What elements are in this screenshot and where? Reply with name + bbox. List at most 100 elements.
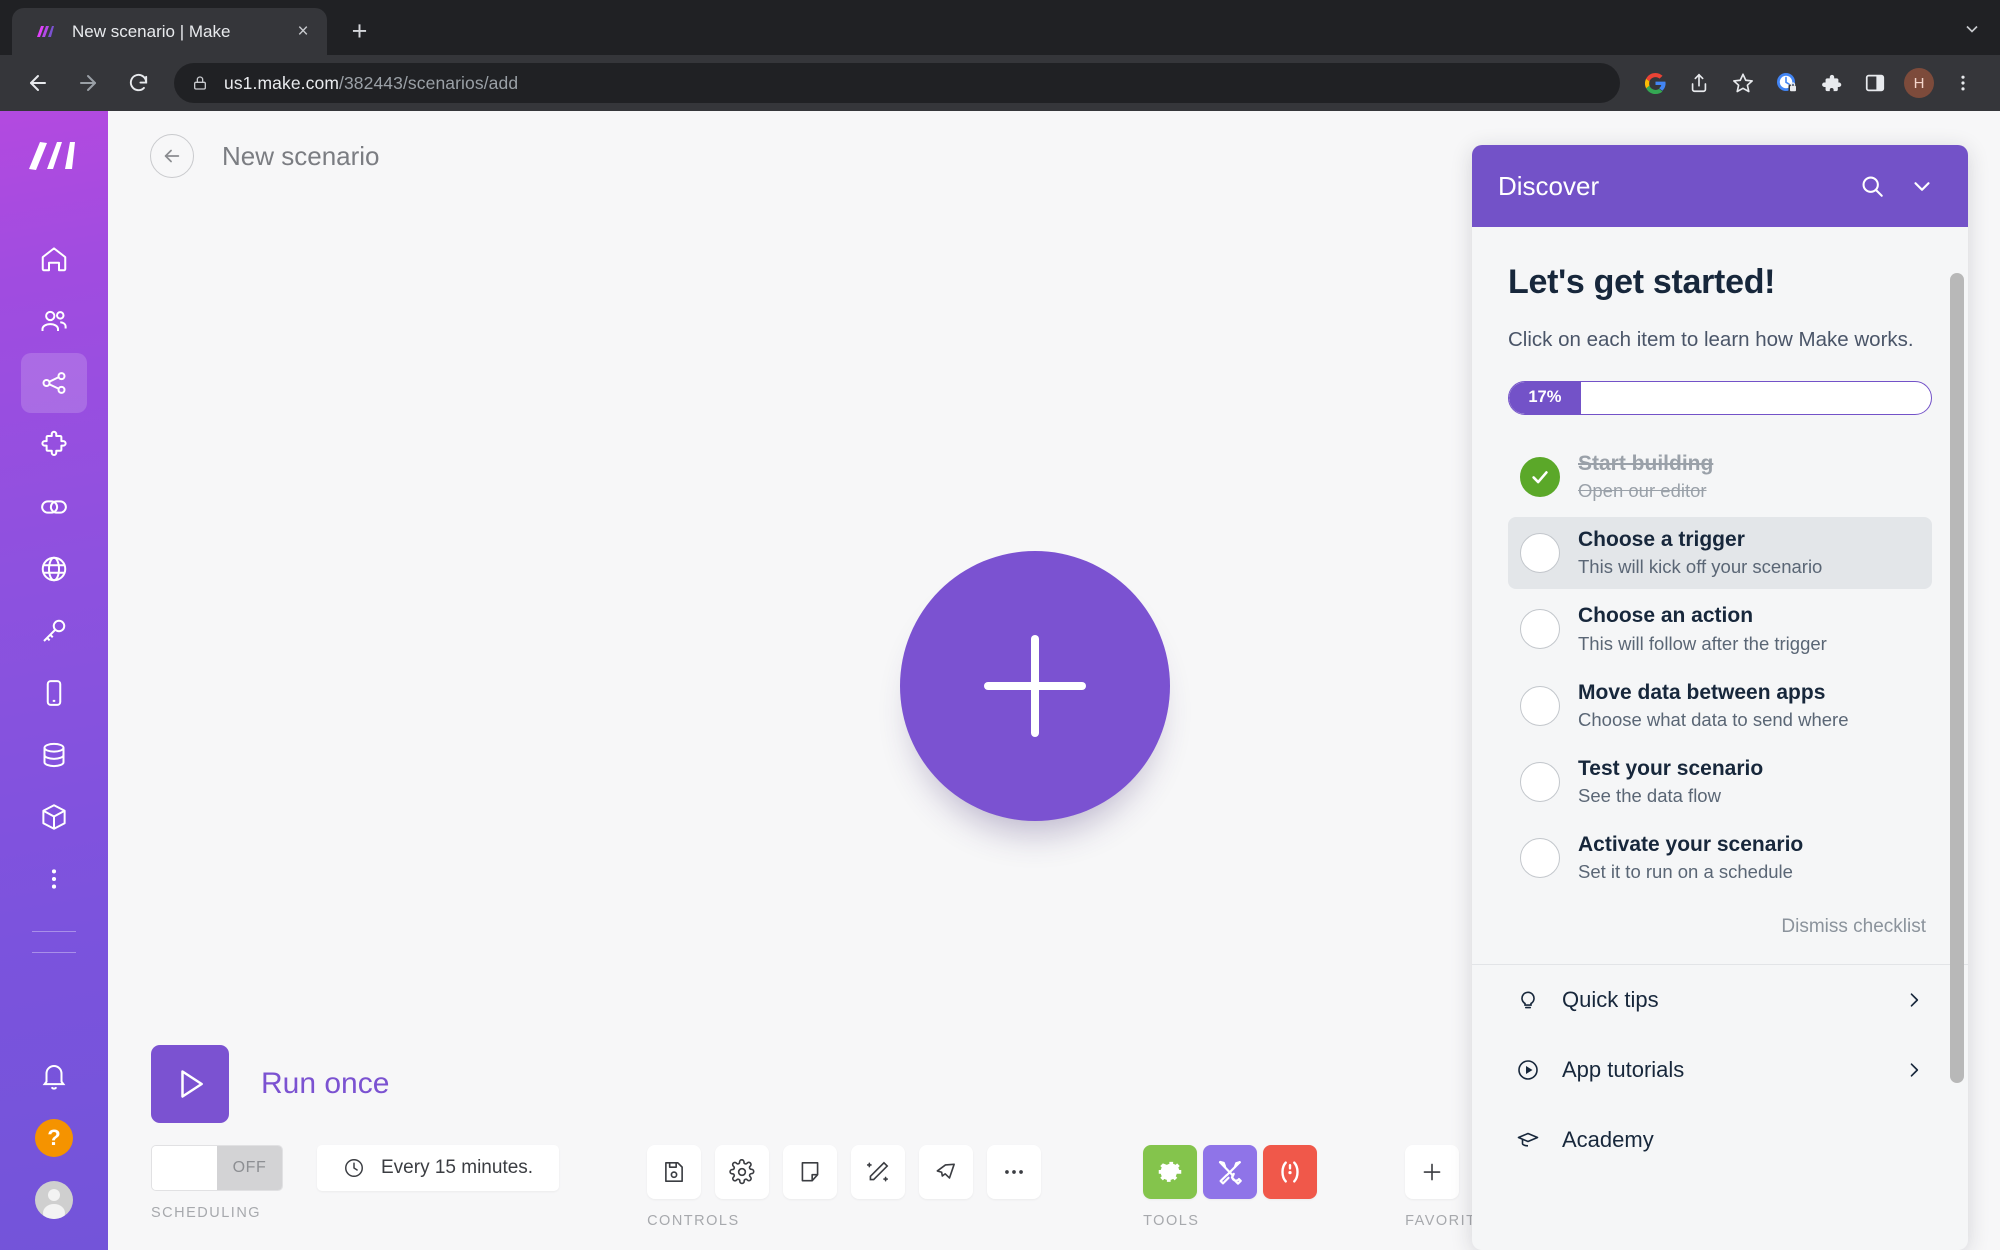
checklist-item-title: Choose a trigger [1578, 527, 1745, 551]
progress-fill: 17% [1509, 381, 1581, 414]
play-circle-icon [1516, 1058, 1550, 1082]
checklist-item-choose-an-action[interactable]: Choose an action This will follow after … [1508, 593, 1932, 665]
bookmark-star-icon[interactable] [1722, 62, 1764, 104]
share-icon[interactable] [1678, 62, 1720, 104]
checkbox-circle-icon[interactable] [1520, 838, 1560, 879]
tools-regex-button[interactable] [1263, 1145, 1318, 1199]
extensions-puzzle-icon[interactable] [1810, 62, 1852, 104]
dismiss-checklist-button[interactable]: Dismiss checklist [1508, 916, 1926, 938]
save-button[interactable] [647, 1145, 702, 1199]
sidebar-item-organization[interactable] [21, 291, 87, 351]
checklist-item-title: Test your scenario [1578, 756, 1764, 780]
discover-link-app-tutorials[interactable]: App tutorials [1508, 1035, 1932, 1105]
google-icon[interactable] [1634, 62, 1676, 104]
checkbox-circle-icon[interactable] [1520, 685, 1560, 726]
discover-link-label: App tutorials [1562, 1057, 1685, 1083]
schedule-selector[interactable]: Every 15 minutes. [317, 1145, 560, 1191]
run-once-label[interactable]: Run once [261, 1067, 389, 1101]
checklist-item-choose-a-trigger[interactable]: Choose a trigger This will kick off your… [1508, 516, 1932, 590]
tools-crossed-button[interactable] [1203, 1145, 1258, 1199]
tools-group: TOOLS [1143, 1145, 1318, 1229]
discover-link-academy[interactable]: Academy [1508, 1105, 1932, 1175]
tab-strip: New scenario | Make × + [0, 0, 2000, 55]
scheduling-toggle[interactable]: OFF [151, 1145, 283, 1191]
run-once-button[interactable] [151, 1045, 229, 1123]
onboarding-progress-bar: 17% [1508, 380, 1932, 415]
side-panel-icon[interactable] [1854, 62, 1896, 104]
checkbox-circle-icon[interactable] [1520, 761, 1560, 802]
discover-title: Discover [1498, 170, 1600, 201]
discover-panel: Discover Let's get started! Click on eac… [1472, 145, 1968, 1250]
checklist-item-title: Start building [1578, 451, 1714, 475]
tab-title: New scenario | Make [72, 21, 231, 41]
discover-scrollbar-thumb[interactable] [1950, 273, 1964, 1083]
close-icon[interactable]: × [289, 18, 317, 46]
chrome-menu-icon[interactable] [1942, 62, 1984, 104]
discover-header: Discover [1472, 145, 1968, 227]
discover-content: Let's get started! Click on each item to… [1472, 227, 1968, 1175]
checklist-item-subtitle: This will kick off your scenario [1578, 556, 1823, 578]
question-mark-icon: ? [35, 1119, 73, 1157]
app-sidebar: ? [0, 111, 108, 1250]
tools-gear-button[interactable] [1143, 1145, 1198, 1199]
sidebar-item-data-stores[interactable] [21, 725, 87, 785]
clock-icon [343, 1157, 365, 1179]
checklist-item-start-building[interactable]: Start building Open our editor [1508, 441, 1932, 513]
sidebar-item-help[interactable]: ? [21, 1108, 87, 1168]
checklist-item-test-your-scenario[interactable]: Test your scenario See the data flow [1508, 746, 1932, 818]
checklist-item-subtitle: Choose what data to send where [1578, 708, 1849, 730]
settings-button[interactable] [715, 1145, 770, 1199]
sidebar-item-home[interactable] [21, 229, 87, 289]
chevron-down-icon[interactable] [1902, 166, 1942, 206]
checklist-item-subtitle: Set it to run on a schedule [1578, 861, 1793, 883]
make-logo-icon [34, 21, 56, 43]
add-favorite-button[interactable] [1405, 1145, 1460, 1199]
address-bar[interactable]: us1.make.com/382443/scenarios/add [174, 63, 1620, 103]
checklist-item-activate-your-scenario[interactable]: Activate your scenario Set it to run on … [1508, 822, 1932, 894]
checkbox-circle-icon[interactable] [1520, 532, 1560, 573]
notes-button[interactable] [783, 1145, 838, 1199]
checklist-item-subtitle: Open our editor [1578, 479, 1707, 501]
back-icon[interactable] [16, 61, 60, 105]
sidebar-item-notifications[interactable] [21, 1046, 87, 1106]
auto-align-button[interactable] [851, 1145, 906, 1199]
checklist-item-move-data-between-apps[interactable]: Move data between apps Choose what data … [1508, 670, 1932, 742]
make-logo-icon[interactable] [24, 133, 84, 179]
checklist-item-title: Activate your scenario [1578, 833, 1804, 857]
sidebar-item-templates[interactable] [21, 415, 87, 475]
add-module-button[interactable] [900, 551, 1170, 821]
discover-scrollbar-track[interactable] [1950, 227, 1964, 1250]
discover-heading: Let's get started! [1508, 263, 1776, 301]
controls-group: CONTROLS [647, 1145, 1055, 1229]
forward-icon[interactable] [66, 61, 110, 105]
discover-link-quick-tips[interactable]: Quick tips [1508, 965, 1932, 1035]
chevron-down-icon[interactable] [1962, 19, 1982, 44]
sidebar-item-connections[interactable] [21, 477, 87, 537]
check-icon [1520, 456, 1560, 497]
sidebar-item-scenarios[interactable] [21, 353, 87, 413]
page-title: New scenario [222, 140, 380, 171]
page-viewport: ? New scenario Run once OFF Every 15 min… [0, 111, 2000, 1250]
checkbox-circle-icon[interactable] [1520, 609, 1560, 650]
graduation-cap-icon [1516, 1128, 1550, 1152]
search-icon[interactable] [1852, 166, 1892, 206]
new-tab-button[interactable]: + [337, 9, 382, 54]
sidebar-item-keys[interactable] [21, 601, 87, 661]
explore-button[interactable] [919, 1145, 974, 1199]
sidebar-item-devices[interactable] [21, 663, 87, 723]
password-manager-icon[interactable] [1766, 62, 1808, 104]
arrow-left-circle-icon[interactable] [150, 134, 194, 178]
sidebar-item-data-structures[interactable] [21, 787, 87, 847]
checklist-item-title: Move data between apps [1578, 680, 1826, 704]
browser-tab[interactable]: New scenario | Make × [12, 8, 327, 55]
url-host: us1.make.com [224, 72, 339, 93]
reload-icon[interactable] [116, 61, 160, 105]
sidebar-item-user-profile[interactable] [21, 1170, 87, 1230]
sidebar-item-webhooks[interactable] [21, 539, 87, 599]
sidebar-item-more[interactable] [21, 849, 87, 909]
sidebar-divider-1 [32, 931, 76, 932]
profile-avatar[interactable]: H [1898, 62, 1940, 104]
checklist-item-subtitle: See the data flow [1578, 785, 1721, 807]
checklist-item-subtitle: This will follow after the trigger [1578, 632, 1827, 654]
more-controls-button[interactable] [987, 1145, 1042, 1199]
